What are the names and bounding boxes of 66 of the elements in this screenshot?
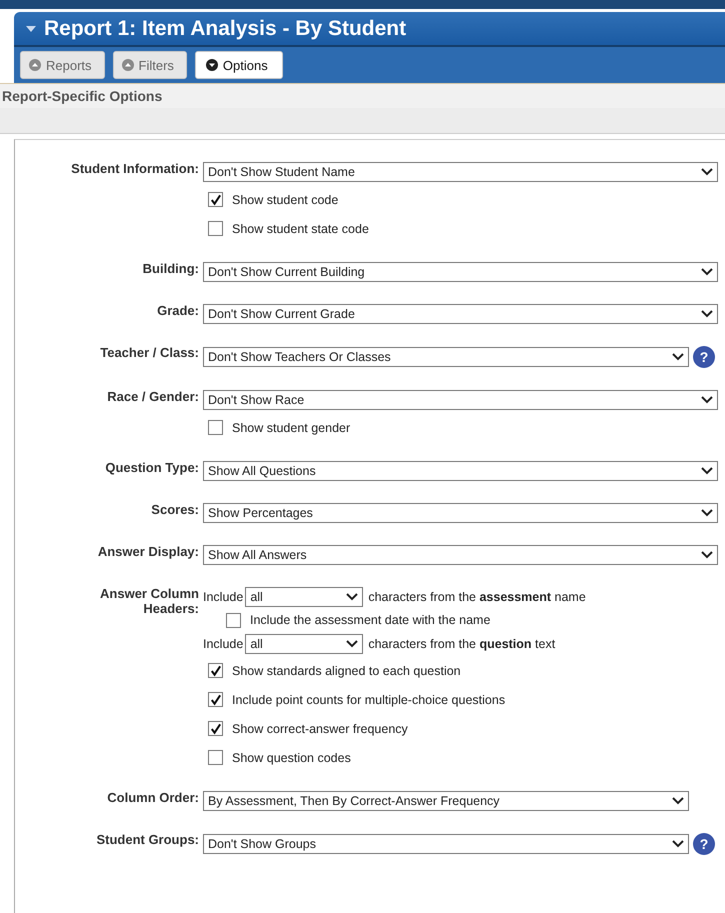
dropdown[interactable]: By Assessment, Then By Correct-Answer Frequency [203, 791, 689, 811]
include-text: Include [203, 636, 244, 650]
chevron-down-icon [672, 797, 684, 805]
checkbox-label: Include the assessment date with the name [250, 613, 490, 627]
field-label: Question Type: [105, 460, 199, 475]
checkbox-label: Include point counts for multiple-choice questions [232, 692, 506, 706]
checkbox-label: Show student gender [232, 420, 350, 434]
chevron-down-icon [701, 509, 713, 517]
checkbox[interactable] [226, 612, 241, 628]
collapse-icon[interactable] [26, 26, 36, 32]
dropdown[interactable]: Show All Questions [203, 461, 718, 481]
field-label: Scores: [151, 502, 199, 517]
chevron-down-icon [701, 551, 713, 559]
expand-icon [29, 59, 41, 71]
checkbox-label: Show standards aligned to each question [232, 664, 461, 678]
include-description: characters from the assessment name [368, 590, 586, 604]
report-title: Report 1: Item Analysis - By Student [44, 16, 406, 40]
help-icon[interactable]: ? [693, 833, 715, 855]
field-label: Teacher / Class: [100, 345, 199, 360]
field-label: Column Order: [107, 790, 199, 805]
checkbox[interactable] [208, 192, 223, 207]
checkbox-label: Show student state code [232, 222, 369, 236]
checkbox[interactable] [208, 221, 223, 236]
dropdown[interactable]: Don't Show Current Grade [203, 304, 718, 324]
dropdown[interactable]: all [245, 586, 364, 606]
chevron-down-icon [701, 268, 713, 276]
checkbox[interactable] [208, 750, 223, 765]
dropdown[interactable]: Show All Answers [203, 545, 718, 565]
dropdown[interactable]: Don't Show Current Building [203, 262, 718, 282]
chevron-down-icon [701, 310, 713, 318]
checkbox[interactable] [208, 663, 223, 678]
checkbox[interactable] [208, 420, 223, 435]
chevron-down-icon [672, 353, 684, 361]
field-label: Student Groups: [96, 832, 199, 847]
field-label: Answer Column Headers: [99, 586, 199, 616]
chevron-down-icon [701, 467, 713, 475]
field-label: Grade: [157, 303, 199, 318]
field-label: Building: [142, 261, 199, 276]
field-label: Answer Display: [98, 544, 199, 559]
help-icon[interactable]: ? [693, 346, 715, 368]
dropdown[interactable]: Don't Show Teachers Or Classes [203, 347, 689, 367]
chevron-down-icon [346, 592, 358, 600]
expand-icon [122, 59, 134, 71]
chevron-down-icon [346, 640, 358, 648]
checkbox-label: Show question codes [232, 750, 351, 764]
tab[interactable]: Options [194, 51, 283, 79]
chevron-down-icon [701, 168, 713, 176]
tab[interactable]: Reports [20, 51, 105, 79]
section-title: Report-Specific Options [1, 88, 162, 104]
checkbox-label: Show correct-answer frequency [232, 722, 408, 736]
chevron-down-icon [672, 840, 684, 848]
dropdown[interactable]: all [245, 634, 364, 654]
dropdown[interactable]: Don't Show Groups [203, 834, 689, 854]
include-text: Include [203, 590, 244, 604]
include-description: characters from the question text [368, 636, 556, 650]
checkbox-label: Show student code [232, 192, 338, 206]
dropdown[interactable]: Show Percentages [203, 503, 718, 523]
dropdown[interactable]: Don't Show Race [203, 390, 718, 410]
tab[interactable]: Filters [112, 51, 187, 79]
collapse-icon [206, 59, 218, 71]
checkbox[interactable] [208, 692, 223, 707]
field-label: Student Information: [71, 161, 199, 176]
chevron-down-icon [701, 396, 713, 404]
field-label: Race / Gender: [107, 389, 199, 404]
dropdown[interactable]: Don't Show Student Name [203, 162, 718, 182]
checkbox[interactable] [208, 721, 223, 736]
